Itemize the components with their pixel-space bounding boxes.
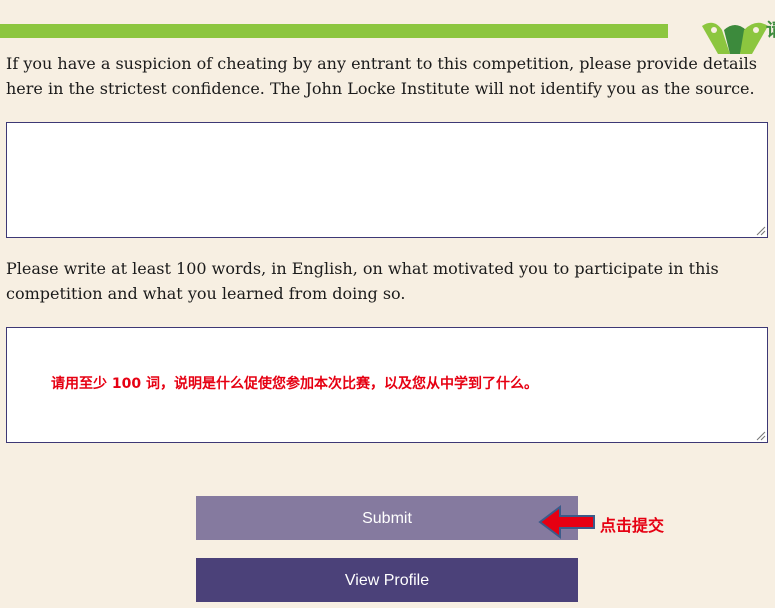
header-accent-bar [0,24,668,38]
resize-grip-icon[interactable] [756,226,766,236]
motivation-prompt: Please write at least 100 words, in Engl… [6,259,719,303]
submit-hint: 点击提交 [600,516,665,535]
view-profile-button[interactable]: View Profile [196,558,578,602]
motivation-textarea[interactable]: 请用至少 100 词，说明是什么促使您参加本次比赛，以及您从中学到了什么。 [6,327,768,443]
logo-text: 请 [766,22,775,40]
cheating-details-textarea[interactable] [6,122,768,238]
motivation-annotation: 请用至少 100 词，说明是什么促使您参加本次比赛，以及您从中学到了什么。 [51,376,538,392]
resize-grip-icon[interactable] [756,431,766,441]
submit-button[interactable]: Submit [196,496,578,540]
red-left-arrow-icon [538,505,595,539]
cheating-prompt: If you have a suspicion of cheating by a… [6,54,757,98]
